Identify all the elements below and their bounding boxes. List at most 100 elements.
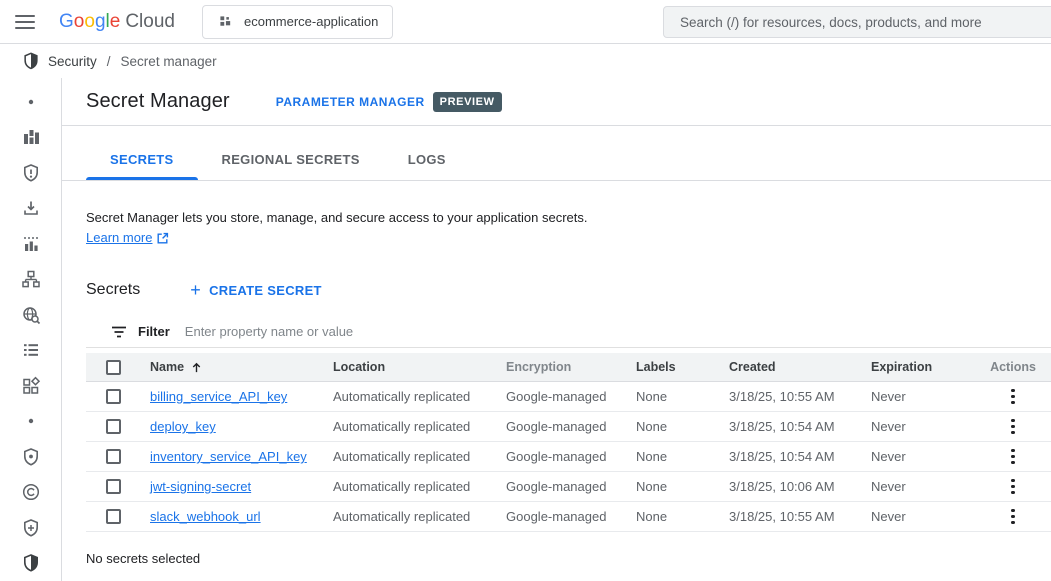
expiration-cell: Never <box>871 509 975 524</box>
row-actions-menu-icon[interactable] <box>1001 505 1025 529</box>
project-selector[interactable]: ecommerce-application <box>202 5 393 39</box>
created-cell: 3/18/25, 10:06 AM <box>729 479 871 494</box>
shield-dot-icon[interactable] <box>7 439 55 475</box>
row-checkbox[interactable] <box>106 479 121 494</box>
labels-cell: None <box>636 449 729 464</box>
sidebar-rail <box>0 78 62 581</box>
dot-icon[interactable] <box>7 404 55 440</box>
globe-search-icon[interactable] <box>7 297 55 333</box>
column-header-expiration[interactable]: Expiration <box>871 360 975 374</box>
row-checkbox[interactable] <box>106 449 121 464</box>
created-cell: 3/18/25, 10:54 AM <box>729 419 871 434</box>
column-header-encryption: Encryption <box>506 360 636 374</box>
expiration-cell: Never <box>871 449 975 464</box>
table-row: inventory_service_API_key Automatically … <box>86 442 1051 472</box>
menu-icon[interactable] <box>15 10 39 34</box>
encryption-cell: Google-managed <box>506 419 636 434</box>
secret-name-link[interactable]: billing_service_API_key <box>150 389 287 404</box>
sort-ascending-icon <box>190 361 203 374</box>
row-actions-menu-icon[interactable] <box>1001 385 1025 409</box>
description: Secret Manager lets you store, manage, a… <box>86 208 726 248</box>
dot-icon[interactable] <box>7 84 55 120</box>
main-content: Secret Manager PARAMETER MANAGER PREVIEW… <box>62 78 1051 581</box>
labels-cell: None <box>636 389 729 404</box>
secret-name-link[interactable]: deploy_key <box>150 419 216 434</box>
expiration-cell: Never <box>871 389 975 404</box>
table-row: billing_service_API_key Automatically re… <box>86 382 1051 412</box>
project-icon <box>217 13 234 30</box>
tray-icon[interactable] <box>7 191 55 227</box>
labels-cell: None <box>636 479 729 494</box>
filter-input[interactable] <box>185 316 1051 347</box>
description-text: Secret Manager lets you store, manage, a… <box>86 210 587 225</box>
secret-name-link[interactable]: slack_webhook_url <box>150 509 261 524</box>
shield-half-icon[interactable] <box>7 546 55 581</box>
compliance-icon[interactable] <box>7 475 55 511</box>
location-cell: Automatically replicated <box>333 389 506 404</box>
table-body: billing_service_API_key Automatically re… <box>86 382 1051 532</box>
external-link-icon <box>156 232 169 245</box>
column-header-name[interactable]: Name <box>150 360 333 374</box>
table-row: slack_webhook_url Automatically replicat… <box>86 502 1051 532</box>
name-header-label: Name <box>150 360 184 374</box>
search-box <box>663 6 1051 38</box>
encryption-cell: Google-managed <box>506 479 636 494</box>
location-cell: Automatically replicated <box>333 449 506 464</box>
column-header-labels[interactable]: Labels <box>636 360 729 374</box>
app-bar: Google Cloud ecommerce-application <box>0 0 1051 44</box>
breadcrumb-security[interactable]: Security <box>48 54 97 69</box>
secret-name-link[interactable]: jwt-signing-secret <box>150 479 251 494</box>
row-checkbox[interactable] <box>106 509 121 524</box>
expiration-cell: Never <box>871 479 975 494</box>
create-secret-button[interactable]: + CREATE SECRET <box>190 281 322 299</box>
row-checkbox[interactable] <box>106 389 121 404</box>
row-checkbox[interactable] <box>106 419 121 434</box>
select-all-checkbox[interactable] <box>106 360 121 375</box>
list-icon[interactable] <box>7 333 55 369</box>
selection-status: No secrets selected <box>86 551 1051 566</box>
page-header: Secret Manager PARAMETER MANAGER PREVIEW <box>62 78 1051 125</box>
secrets-table: Filter Name Location Encryption Labels C… <box>86 316 1051 532</box>
filter-label: Filter <box>138 324 170 339</box>
learn-more-link[interactable]: Learn more <box>86 228 169 248</box>
project-name: ecommerce-application <box>244 14 378 29</box>
created-cell: 3/18/25, 10:54 AM <box>729 449 871 464</box>
tab-secrets[interactable]: SECRETS <box>86 138 198 180</box>
breadcrumb: Security / Secret manager <box>0 44 1051 78</box>
column-header-created[interactable]: Created <box>729 360 871 374</box>
row-actions-menu-icon[interactable] <box>1001 475 1025 499</box>
row-actions-menu-icon[interactable] <box>1001 445 1025 469</box>
created-cell: 3/18/25, 10:55 AM <box>729 389 871 404</box>
google-cloud-logo[interactable]: Google Cloud <box>59 11 175 33</box>
tab-regional-secrets[interactable]: REGIONAL SECRETS <box>198 138 384 180</box>
table-row: deploy_key Automatically replicated Goog… <box>86 412 1051 442</box>
created-cell: 3/18/25, 10:55 AM <box>729 509 871 524</box>
filter-bar: Filter <box>86 316 1051 348</box>
shield-plus-icon[interactable] <box>7 510 55 546</box>
encryption-cell: Google-managed <box>506 389 636 404</box>
filter-icon <box>110 323 128 341</box>
shield-alert-icon[interactable] <box>7 155 55 191</box>
topology-icon[interactable] <box>7 262 55 298</box>
bar-chart-icon[interactable] <box>7 226 55 262</box>
page-title: Secret Manager <box>86 90 230 113</box>
google-logo-letters: Google <box>59 11 120 33</box>
row-actions-menu-icon[interactable] <box>1001 415 1025 439</box>
breadcrumb-page: Secret manager <box>121 54 217 69</box>
labels-cell: None <box>636 509 729 524</box>
secret-name-link[interactable]: inventory_service_API_key <box>150 449 307 464</box>
components-icon[interactable] <box>7 368 55 404</box>
search-input[interactable] <box>664 7 1051 37</box>
secrets-heading: Secrets <box>86 281 140 299</box>
tab-logs[interactable]: LOGS <box>384 138 470 180</box>
labels-cell: None <box>636 419 729 434</box>
logo-cloud-text: Cloud <box>125 11 175 33</box>
create-secret-label: CREATE SECRET <box>209 283 322 298</box>
dashboard-icon[interactable] <box>7 120 55 156</box>
table-header-row: Name Location Encryption Labels Created … <box>86 353 1051 382</box>
column-header-location[interactable]: Location <box>333 360 506 374</box>
preview-badge: PREVIEW <box>433 92 502 112</box>
parameter-manager-link[interactable]: PARAMETER MANAGER <box>276 95 425 109</box>
encryption-cell: Google-managed <box>506 509 636 524</box>
location-cell: Automatically replicated <box>333 419 506 434</box>
